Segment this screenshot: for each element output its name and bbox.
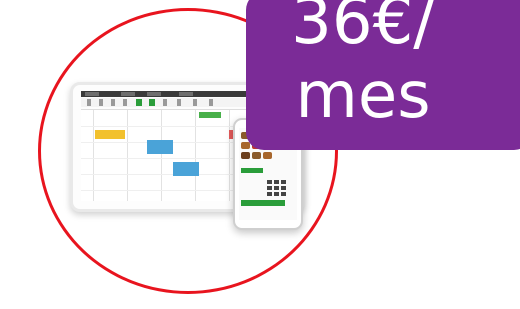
app-logo bbox=[85, 92, 99, 96]
nav-item bbox=[179, 92, 193, 96]
toolbar-icon bbox=[177, 99, 181, 106]
toolbar-icon bbox=[123, 99, 127, 106]
nav-item bbox=[147, 92, 161, 96]
keypad-key bbox=[281, 192, 286, 196]
product-thumbnail bbox=[241, 142, 250, 149]
keypad-key bbox=[274, 192, 279, 196]
product-thumbnail bbox=[241, 152, 250, 159]
toolbar-icon bbox=[209, 99, 213, 106]
appointment-block bbox=[199, 112, 221, 118]
keypad-key bbox=[281, 180, 286, 184]
toolbar-icon bbox=[193, 99, 197, 106]
appointment-block bbox=[147, 140, 173, 154]
price-period: mes bbox=[295, 59, 431, 133]
keypad-key bbox=[267, 186, 272, 190]
toolbar-icon-active bbox=[136, 99, 142, 106]
nav-item bbox=[121, 92, 135, 96]
keypad-key bbox=[274, 186, 279, 190]
toolbar-icon bbox=[87, 99, 91, 106]
appointment-block bbox=[95, 130, 125, 139]
checkout-button bbox=[241, 200, 285, 206]
toolbar-icon bbox=[99, 99, 103, 106]
toolbar-icon bbox=[163, 99, 167, 106]
keypad-key bbox=[267, 192, 272, 196]
price-amount: 36€/ bbox=[291, 0, 435, 59]
toolbar-icon-active bbox=[149, 99, 155, 106]
total-bar bbox=[241, 168, 263, 173]
toolbar-icon bbox=[111, 99, 115, 106]
price-badge: 36€/ mes bbox=[246, 0, 520, 150]
keypad-key bbox=[281, 186, 286, 190]
keypad-key bbox=[267, 180, 272, 184]
product-thumbnail bbox=[252, 152, 261, 159]
appointment-block bbox=[173, 162, 199, 176]
product-thumbnail bbox=[263, 152, 272, 159]
keypad-key bbox=[274, 180, 279, 184]
